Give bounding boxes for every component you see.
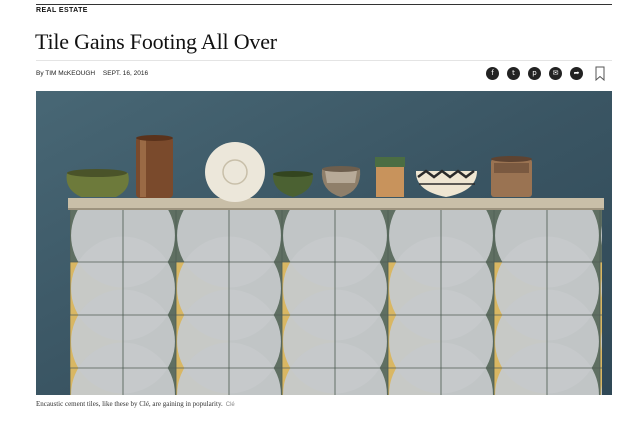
- article-photo: [36, 91, 612, 395]
- section-label[interactable]: REAL ESTATE: [36, 7, 88, 14]
- facebook-icon[interactable]: f: [486, 67, 499, 80]
- photo-credit: Clé: [225, 402, 235, 408]
- top-rule: [36, 4, 612, 5]
- tile-cabinet: [70, 209, 602, 395]
- share-icon[interactable]: ➦: [570, 67, 583, 80]
- caption-text: Encaustic cement tiles, like these by Cl…: [36, 400, 223, 408]
- pinterest-icon[interactable]: p: [528, 67, 541, 80]
- headline-divider: [36, 60, 612, 61]
- bookmark-icon[interactable]: [595, 66, 605, 81]
- publish-date: SEPT. 16, 2016: [102, 70, 149, 77]
- twitter-icon[interactable]: t: [507, 67, 520, 80]
- shelf: [68, 198, 604, 209]
- photo-illustration: [36, 91, 612, 395]
- email-icon[interactable]: ✉: [549, 67, 562, 80]
- byline: By TIM McKEOUGH SEPT. 16, 2016: [36, 70, 148, 77]
- author-name[interactable]: By TIM McKEOUGH: [36, 70, 95, 77]
- share-tools: f t p ✉ ➦: [486, 67, 583, 80]
- article-headline: Tile Gains Footing All Over: [35, 29, 277, 54]
- photo-caption: Encaustic cement tiles, like these by Cl…: [36, 400, 235, 408]
